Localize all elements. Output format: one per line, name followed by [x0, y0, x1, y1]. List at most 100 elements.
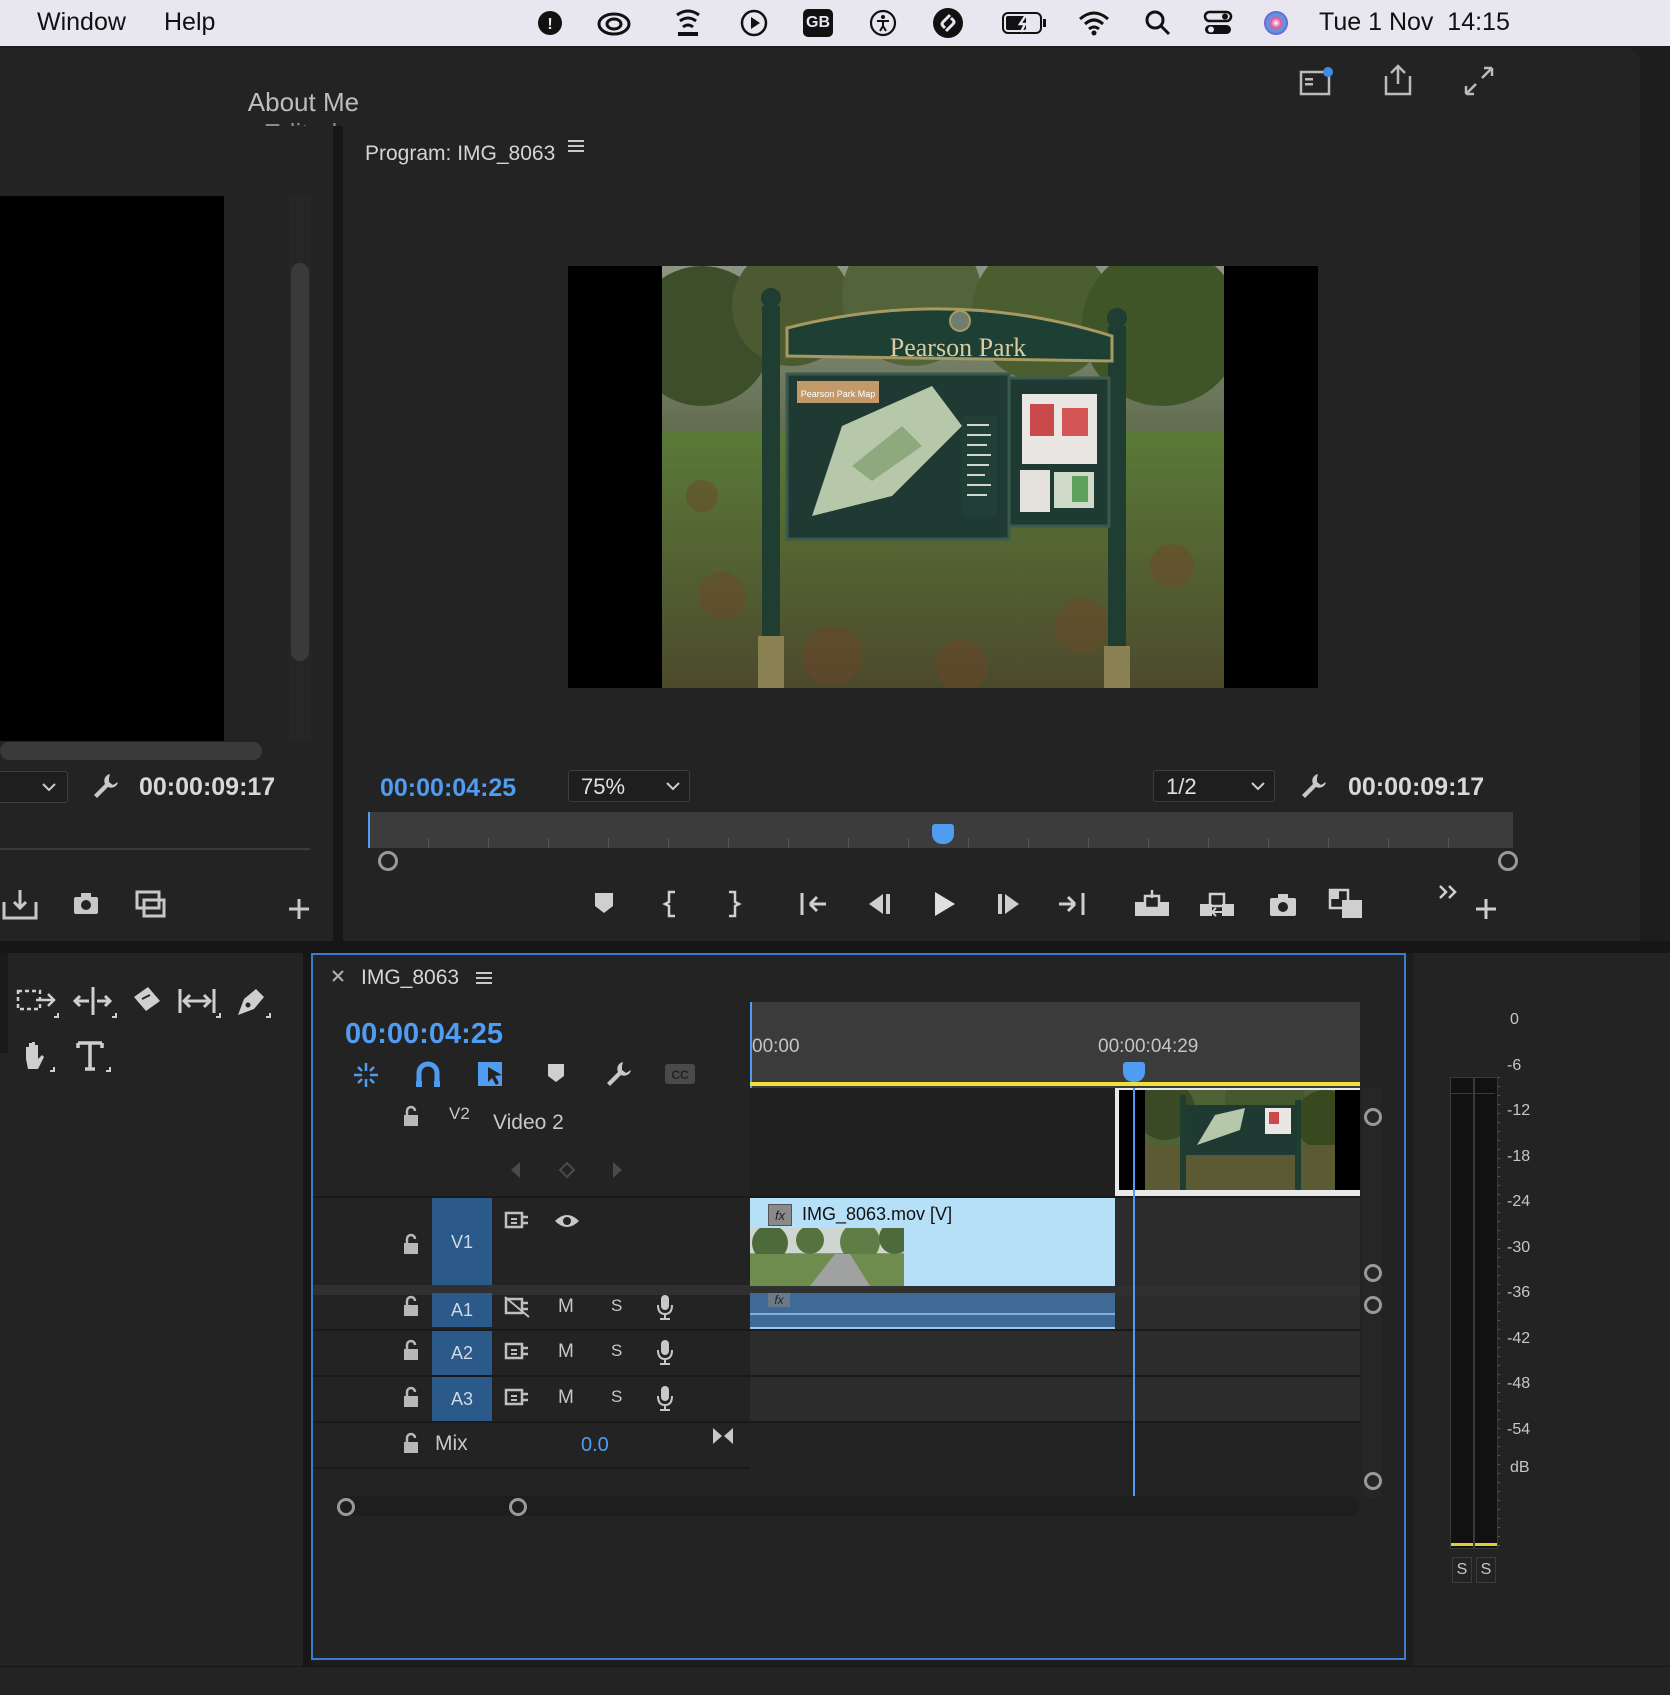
export-frame-camera-icon[interactable]: [1268, 890, 1298, 923]
program-time-ruler[interactable]: [368, 812, 1513, 848]
mix-volume-value[interactable]: 0.0: [581, 1434, 609, 1457]
extract-icon[interactable]: [1198, 888, 1236, 925]
a1-mute-button[interactable]: M: [558, 1296, 574, 1318]
program-monitor-title[interactable]: Program: IMG_8063: [365, 142, 555, 166]
add-keyframe-icon[interactable]: [557, 1160, 577, 1185]
mark-out-icon[interactable]: [721, 890, 743, 923]
menubar-clock[interactable]: Tue 1 Nov 14:15: [1319, 8, 1510, 37]
go-to-out-icon[interactable]: [1055, 890, 1087, 923]
source-overwrite-icon[interactable]: [134, 888, 166, 925]
v1-lock-icon[interactable]: [401, 1233, 421, 1260]
razor-tool-icon[interactable]: [128, 983, 164, 1028]
a3-voiceover-mic-icon[interactable]: [655, 1384, 675, 1417]
menu-help[interactable]: Help: [164, 8, 215, 37]
adobe-sync-icon[interactable]: !: [532, 6, 568, 40]
prev-keyframe-icon[interactable]: [508, 1160, 524, 1185]
add-marker-icon[interactable]: [593, 890, 615, 921]
v1-sync-lock-icon[interactable]: [503, 1209, 531, 1238]
program-monitor-menu-icon[interactable]: [567, 138, 585, 159]
v1-toggle-output-eye-icon[interactable]: [553, 1211, 581, 1236]
shazam-icon[interactable]: [930, 6, 966, 40]
v1-track-target[interactable]: V1: [432, 1198, 492, 1286]
a3-mute-button[interactable]: M: [558, 1387, 574, 1409]
a2-solo-button[interactable]: S: [611, 1341, 622, 1361]
a1-sync-lock-off-icon[interactable]: [503, 1295, 531, 1324]
quick-export-icon[interactable]: [1298, 66, 1334, 103]
wifi-extender-icon[interactable]: [670, 6, 706, 40]
source-zoom-dropdown[interactable]: [0, 771, 68, 803]
media-play-icon[interactable]: [736, 6, 772, 40]
control-center-icon[interactable]: [1200, 6, 1236, 40]
search-icon[interactable]: [1140, 6, 1176, 40]
share-icon[interactable]: [1380, 62, 1416, 103]
audio-meter-solo-right[interactable]: S: [1476, 1557, 1496, 1583]
go-to-in-icon[interactable]: [798, 890, 830, 923]
a2-track-target[interactable]: A2: [432, 1331, 492, 1375]
play-icon[interactable]: [929, 888, 959, 925]
source-settings-wrench-icon[interactable]: [90, 771, 120, 806]
v2-lock-icon[interactable]: [401, 1105, 421, 1132]
wifi-icon[interactable]: [1076, 6, 1112, 40]
work-area-bar[interactable]: [750, 1082, 1360, 1086]
a1-solo-button[interactable]: S: [611, 1296, 622, 1316]
v1-clip[interactable]: fx IMG_8063.mov [V]: [750, 1198, 1115, 1286]
a1-track-target[interactable]: A1: [432, 1293, 492, 1327]
sequence-menu-icon[interactable]: [475, 970, 493, 991]
siri-icon[interactable]: [1258, 6, 1294, 40]
source-scrollbar-thumb[interactable]: [291, 263, 309, 661]
fullscreen-icon[interactable]: [1462, 64, 1496, 103]
a1-lock-icon[interactable]: [401, 1295, 421, 1322]
program-current-time[interactable]: 00:00:04:25: [380, 774, 516, 803]
timeline-ruler[interactable]: 00:00 00:00:04:29: [750, 1002, 1360, 1088]
accessibility-icon[interactable]: [865, 6, 901, 40]
pen-tool-icon[interactable]: [232, 983, 272, 1028]
battery-icon[interactable]: [1000, 6, 1050, 40]
keyboard-layout-icon[interactable]: GB: [800, 6, 836, 40]
step-forward-icon[interactable]: [995, 890, 1025, 923]
lift-icon[interactable]: [1133, 888, 1171, 925]
a1-voiceover-mic-icon[interactable]: [655, 1293, 675, 1326]
a2-sync-lock-icon[interactable]: [503, 1340, 531, 1369]
source-mini-ruler[interactable]: [0, 826, 310, 852]
timeline-current-time[interactable]: 00:00:04:25: [345, 1018, 503, 1051]
more-controls-icon[interactable]: [1437, 882, 1459, 907]
a3-track-target[interactable]: A3: [432, 1377, 492, 1421]
comparison-view-icon[interactable]: [1328, 888, 1364, 925]
program-settings-wrench-icon[interactable]: [1298, 771, 1328, 806]
a2-mute-button[interactable]: M: [558, 1341, 574, 1363]
a3-sync-lock-icon[interactable]: [503, 1386, 531, 1415]
close-sequence-icon[interactable]: [329, 967, 347, 990]
source-add-button-icon[interactable]: [288, 898, 310, 925]
source-scrollbar-track[interactable]: [289, 196, 311, 741]
timeline-playhead[interactable]: [1123, 1062, 1145, 1082]
mix-pan-icon[interactable]: [711, 1425, 735, 1452]
a2-lock-icon[interactable]: [401, 1339, 421, 1366]
ripple-edit-tool-icon[interactable]: [72, 983, 118, 1028]
timeline-hscrollbar[interactable]: [337, 1496, 1359, 1516]
program-zoom-scrollbar[interactable]: [378, 851, 1518, 871]
hand-tool-icon[interactable]: [16, 1037, 56, 1082]
source-insert-icon[interactable]: [2, 888, 38, 925]
source-camera-icon[interactable]: [72, 890, 100, 921]
a3-lock-icon[interactable]: [401, 1386, 421, 1413]
sequence-tab[interactable]: IMG_8063: [361, 966, 459, 990]
next-keyframe-icon[interactable]: [609, 1160, 625, 1185]
slip-tool-icon[interactable]: [176, 983, 222, 1028]
v2-track-id[interactable]: V2: [449, 1104, 470, 1124]
creative-cloud-icon[interactable]: [596, 6, 632, 40]
a2-voiceover-mic-icon[interactable]: [655, 1338, 675, 1371]
a1-clip[interactable]: fx: [750, 1293, 1115, 1329]
program-monitor-viewer[interactable]: Pearson Park Pearson Park Map: [568, 266, 1318, 688]
program-zoom-dropdown[interactable]: 75%: [568, 770, 690, 802]
a3-solo-button[interactable]: S: [611, 1387, 622, 1407]
mix-lock-icon[interactable]: [401, 1432, 421, 1459]
program-resolution-dropdown[interactable]: 1/2: [1153, 770, 1275, 802]
track-select-tool-icon[interactable]: [14, 983, 60, 1028]
source-hscrollbar[interactable]: [0, 742, 262, 760]
menu-window[interactable]: Window: [37, 8, 126, 37]
timeline-vscrollbar[interactable]: [1363, 1088, 1382, 1498]
v2-clip[interactable]: [1115, 1088, 1360, 1196]
mark-in-icon[interactable]: [661, 890, 683, 923]
audio-meter-solo-left[interactable]: S: [1452, 1557, 1472, 1583]
step-back-icon[interactable]: [863, 890, 893, 923]
